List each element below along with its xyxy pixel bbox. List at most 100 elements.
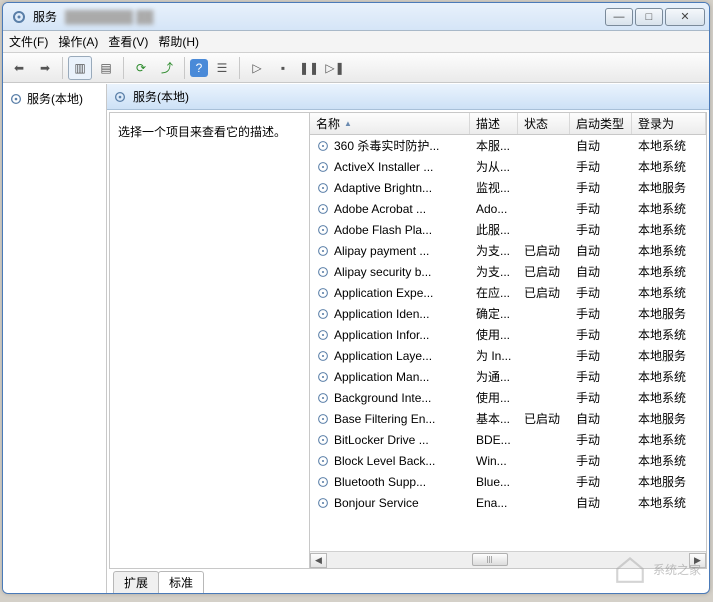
service-list: 名称▲ 描述 状态 启动类型 登录为 360 杀毒实时防护... 本服... 自… bbox=[310, 113, 706, 568]
gear-icon bbox=[316, 349, 330, 363]
properties-button[interactable]: ☰ bbox=[210, 56, 234, 80]
column-headers: 名称▲ 描述 状态 启动类型 登录为 bbox=[310, 113, 706, 135]
scroll-track[interactable] bbox=[327, 553, 689, 568]
service-row[interactable]: Application Man... 为通... 手动 本地系统 bbox=[310, 366, 706, 387]
col-logon[interactable]: 登录为 bbox=[632, 113, 706, 134]
service-name: Adaptive Brightn... bbox=[334, 181, 432, 195]
service-startup: 手动 bbox=[570, 179, 632, 196]
gear-icon bbox=[316, 391, 330, 405]
export-button[interactable]: ⤴ bbox=[155, 56, 179, 80]
maximize-button[interactable]: □ bbox=[635, 8, 663, 26]
service-row[interactable]: Alipay payment ... 为支... 已启动 自动 本地系统 bbox=[310, 240, 706, 261]
window-subtitle: ████████ ██ bbox=[65, 10, 153, 24]
service-name: ActiveX Installer ... bbox=[334, 160, 433, 174]
show-hide-tree-button[interactable]: ▥ bbox=[68, 56, 92, 80]
service-logon: 本地系统 bbox=[632, 158, 706, 175]
service-name: Application Iden... bbox=[334, 307, 429, 321]
service-logon: 本地系统 bbox=[632, 368, 706, 385]
tree-root-services[interactable]: 服务(本地) bbox=[5, 88, 104, 109]
service-desc: 使用... bbox=[470, 326, 518, 343]
gear-icon bbox=[316, 286, 330, 300]
pause-service-button[interactable]: ❚❚ bbox=[297, 56, 321, 80]
service-startup: 手动 bbox=[570, 221, 632, 238]
service-startup: 自动 bbox=[570, 494, 632, 511]
service-desc: 使用... bbox=[470, 389, 518, 406]
sort-asc-icon: ▲ bbox=[344, 119, 352, 128]
scroll-thumb[interactable] bbox=[472, 553, 508, 566]
service-logon: 本地系统 bbox=[632, 431, 706, 448]
col-name[interactable]: 名称▲ bbox=[310, 113, 470, 134]
description-prompt: 选择一个项目来查看它的描述。 bbox=[118, 123, 301, 140]
service-desc: 为 In... bbox=[470, 347, 518, 364]
service-name: 360 杀毒实时防护... bbox=[334, 137, 439, 154]
col-description[interactable]: 描述 bbox=[470, 113, 518, 134]
service-logon: 本地服务 bbox=[632, 305, 706, 322]
help-button[interactable]: ? bbox=[190, 59, 208, 77]
service-desc: BDE... bbox=[470, 433, 518, 447]
back-button[interactable]: ⬅ bbox=[7, 56, 31, 80]
scroll-left-button[interactable]: ◀ bbox=[310, 553, 327, 568]
menu-action[interactable]: 操作(A) bbox=[58, 33, 98, 50]
service-row[interactable]: Application Iden... 确定... 手动 本地服务 bbox=[310, 303, 706, 324]
service-logon: 本地系统 bbox=[632, 242, 706, 259]
titlebar[interactable]: 服务 ████████ ██ — □ ✕ bbox=[3, 3, 709, 31]
gear-icon bbox=[316, 265, 330, 279]
menu-help[interactable]: 帮助(H) bbox=[158, 33, 199, 50]
service-name: BitLocker Drive ... bbox=[334, 433, 429, 447]
service-name: Application Man... bbox=[334, 370, 429, 384]
service-row[interactable]: Adaptive Brightn... 监视... 手动 本地服务 bbox=[310, 177, 706, 198]
service-row[interactable]: Base Filtering En... 基本... 已启动 自动 本地服务 bbox=[310, 408, 706, 429]
service-row[interactable]: Application Expe... 在应... 已启动 手动 本地系统 bbox=[310, 282, 706, 303]
start-service-button[interactable]: ▷ bbox=[245, 56, 269, 80]
service-row[interactable]: Block Level Back... Win... 手动 本地系统 bbox=[310, 450, 706, 471]
service-row[interactable]: Alipay security b... 为支... 已启动 自动 本地系统 bbox=[310, 261, 706, 282]
show-hide-pane-button[interactable]: ▤ bbox=[94, 56, 118, 80]
service-startup: 手动 bbox=[570, 200, 632, 217]
service-row[interactable]: 360 杀毒实时防护... 本服... 自动 本地系统 bbox=[310, 135, 706, 156]
gear-icon bbox=[113, 90, 127, 104]
stop-service-button[interactable]: ▪ bbox=[271, 56, 295, 80]
gear-icon bbox=[316, 244, 330, 258]
forward-button[interactable]: ➡ bbox=[33, 56, 57, 80]
service-startup: 手动 bbox=[570, 389, 632, 406]
close-button[interactable]: ✕ bbox=[665, 8, 705, 26]
col-status[interactable]: 状态 bbox=[518, 113, 570, 134]
service-row[interactable]: BitLocker Drive ... BDE... 手动 本地系统 bbox=[310, 429, 706, 450]
service-desc: 为支... bbox=[470, 242, 518, 259]
service-logon: 本地系统 bbox=[632, 200, 706, 217]
service-desc: 本服... bbox=[470, 137, 518, 154]
col-startup[interactable]: 启动类型 bbox=[570, 113, 632, 134]
service-row[interactable]: Adobe Flash Pla... 此服... 手动 本地系统 bbox=[310, 219, 706, 240]
service-status: 已启动 bbox=[518, 284, 570, 301]
separator bbox=[123, 57, 124, 79]
tab-standard[interactable]: 标准 bbox=[158, 571, 204, 593]
gear-icon bbox=[316, 181, 330, 195]
menu-view[interactable]: 查看(V) bbox=[108, 33, 148, 50]
gear-icon bbox=[9, 92, 23, 106]
scroll-right-button[interactable]: ▶ bbox=[689, 553, 706, 568]
separator bbox=[62, 57, 63, 79]
service-row[interactable]: Bonjour Service Ena... 自动 本地系统 bbox=[310, 492, 706, 513]
gear-icon bbox=[316, 307, 330, 321]
gear-icon bbox=[316, 454, 330, 468]
gear-icon bbox=[316, 328, 330, 342]
service-name: Alipay payment ... bbox=[334, 244, 429, 258]
service-row[interactable]: Application Infor... 使用... 手动 本地系统 bbox=[310, 324, 706, 345]
minimize-button[interactable]: — bbox=[605, 8, 633, 26]
service-startup: 自动 bbox=[570, 410, 632, 427]
service-row[interactable]: Adobe Acrobat ... Ado... 手动 本地系统 bbox=[310, 198, 706, 219]
refresh-button[interactable]: ⟳ bbox=[129, 56, 153, 80]
service-row[interactable]: ActiveX Installer ... 为从... 手动 本地系统 bbox=[310, 156, 706, 177]
menu-file[interactable]: 文件(F) bbox=[9, 33, 48, 50]
service-startup: 自动 bbox=[570, 242, 632, 259]
service-name: Base Filtering En... bbox=[334, 412, 435, 426]
service-row[interactable]: Background Inte... 使用... 手动 本地系统 bbox=[310, 387, 706, 408]
gear-icon bbox=[316, 223, 330, 237]
service-logon: 本地服务 bbox=[632, 179, 706, 196]
horizontal-scrollbar[interactable]: ◀ ▶ bbox=[310, 551, 706, 568]
tab-extended[interactable]: 扩展 bbox=[113, 571, 159, 593]
service-row[interactable]: Bluetooth Supp... Blue... 手动 本地服务 bbox=[310, 471, 706, 492]
gear-icon bbox=[316, 412, 330, 426]
restart-service-button[interactable]: ▷❚ bbox=[323, 56, 347, 80]
service-row[interactable]: Application Laye... 为 In... 手动 本地服务 bbox=[310, 345, 706, 366]
